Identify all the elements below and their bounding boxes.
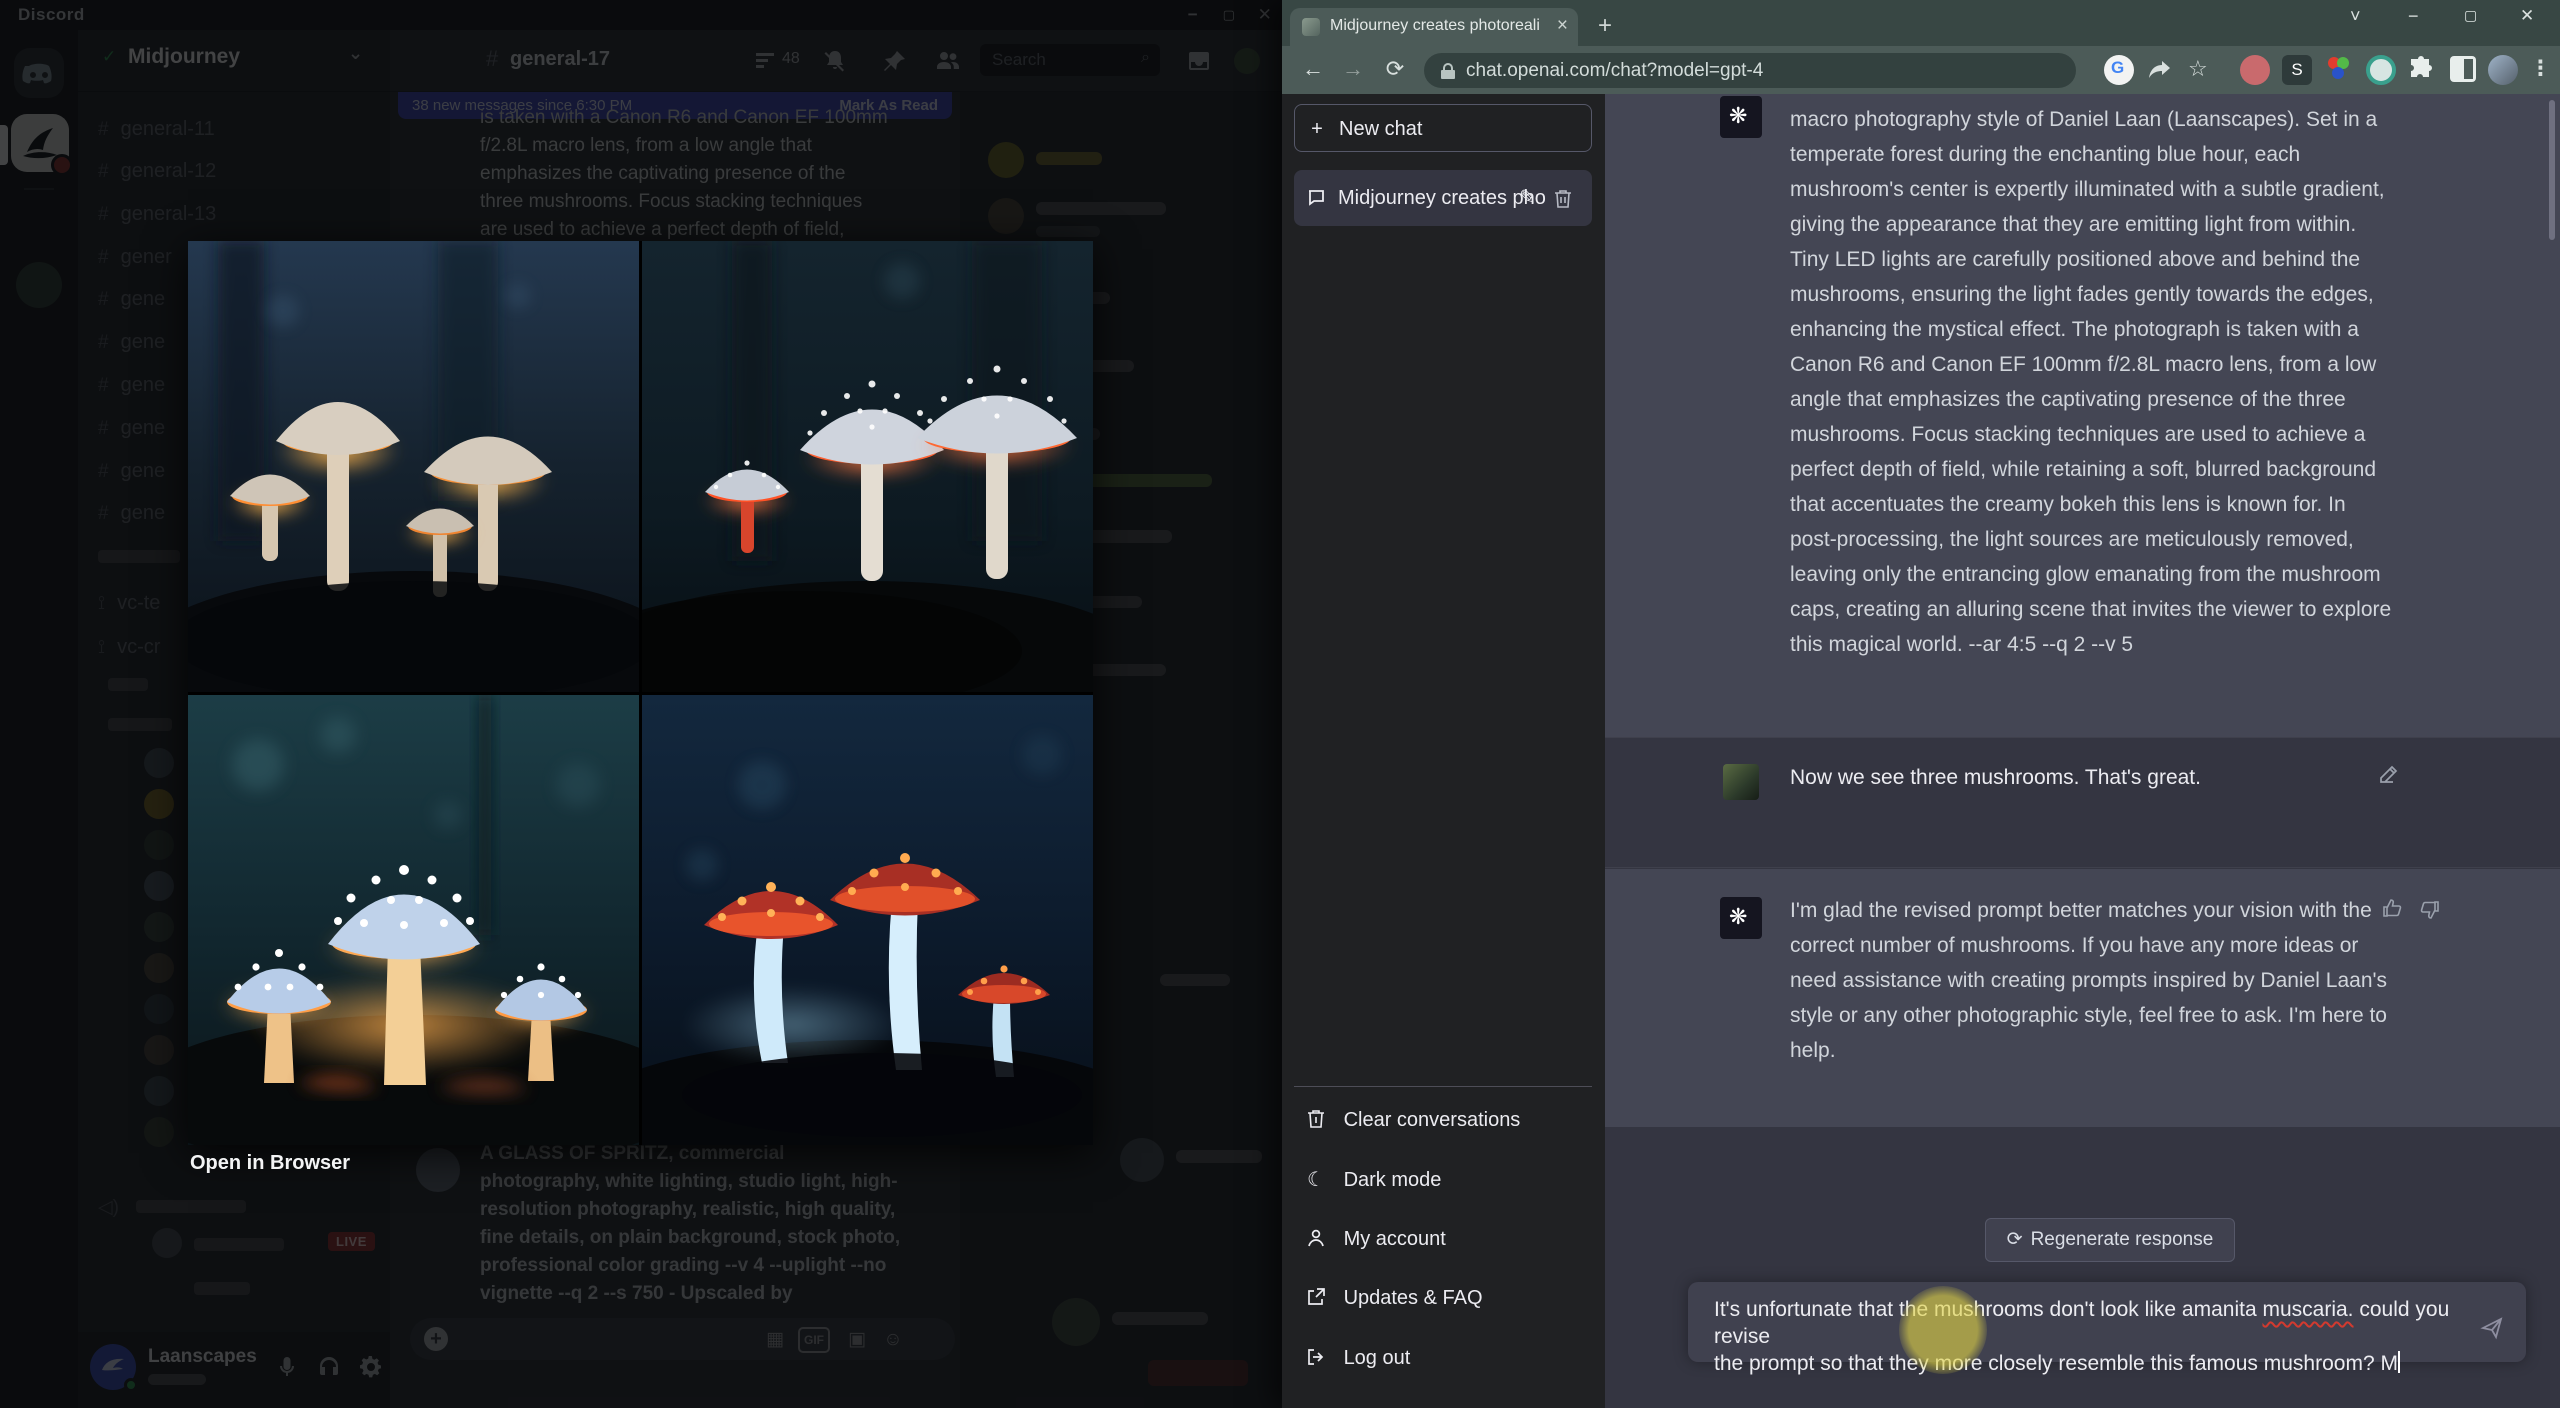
- openai-logo-icon: ❋: [1729, 904, 1748, 929]
- conversation-item[interactable]: Midjourney creates pho ✎: [1294, 170, 1592, 226]
- chat-input-text: It's unfortunate that the mushrooms don'…: [1714, 1298, 2450, 1375]
- sidebar-updates-faq[interactable]: Updates & FAQ: [1294, 1274, 1592, 1322]
- open-in-browser-link[interactable]: Open in Browser: [190, 1152, 350, 1175]
- share-icon[interactable]: [2148, 59, 2172, 81]
- moon-icon: ☾: [1307, 1169, 1325, 1191]
- openai-logo-icon: ❋: [1729, 103, 1748, 128]
- mushroom-image-1[interactable]: [188, 241, 639, 692]
- reload-button[interactable]: ⟳: [1380, 56, 1410, 82]
- url-text[interactable]: chat.openai.com/chat?model=gpt-4: [1466, 53, 1763, 88]
- address-bar[interactable]: chat.openai.com/chat?model=gpt-4: [1424, 53, 2076, 88]
- mushroom-image-3[interactable]: [188, 695, 639, 1145]
- bookmark-star-icon[interactable]: ☆: [2188, 56, 2208, 82]
- sidebar-divider: [1294, 1086, 1592, 1087]
- trash-icon: [1308, 1110, 1324, 1128]
- assistant-avatar: ❋: [1720, 96, 1762, 138]
- browser-toolbar: ← → ⟳ chat.openai.com/chat?model=gpt-4 G…: [1282, 46, 2560, 94]
- assistant-message-text: I'm glad the revised prompt better match…: [1790, 899, 2388, 1062]
- chat-input[interactable]: It's unfortunate that the mushrooms don'…: [1688, 1282, 2526, 1375]
- user-message-row: Now we see three mushrooms. That's great…: [1605, 737, 2560, 868]
- extension-icon[interactable]: [2366, 55, 2396, 85]
- thumbs-down-icon[interactable]: [2419, 899, 2441, 921]
- extensions-puzzle-icon[interactable]: [2408, 56, 2434, 82]
- rgb-extension-icon[interactable]: [2324, 55, 2354, 85]
- window-minimize-button[interactable]: −: [2408, 6, 2419, 27]
- trash-icon[interactable]: [1554, 170, 1572, 226]
- tab-favicon: [1302, 18, 1320, 36]
- sidebar-dark-mode[interactable]: ☾ Dark mode: [1294, 1156, 1592, 1204]
- assistant-message-row: ❋ I'm glad the revised prompt better mat…: [1605, 869, 2560, 1127]
- window-close-button[interactable]: ✕: [2520, 6, 2534, 26]
- tab-title: Midjourney creates photorealisti: [1330, 17, 1540, 34]
- text-caret: [2397, 1351, 2400, 1373]
- google-extension-icon[interactable]: G: [2104, 55, 2134, 85]
- extension-icon[interactable]: [2240, 55, 2270, 85]
- conversation-title: Midjourney creates pho: [1338, 187, 1546, 209]
- external-link-icon: [1308, 1288, 1325, 1305]
- misspelled-word: muscaria.: [2262, 1298, 2354, 1321]
- edit-message-icon[interactable]: [2377, 762, 2401, 786]
- chatgpt-page: + New chat Midjourney creates pho ✎ Clear…: [1282, 94, 2560, 1408]
- extension-icon-s[interactable]: S: [2282, 55, 2312, 85]
- edit-pencil-icon[interactable]: ✎: [1519, 170, 1536, 226]
- refresh-icon: ⟳: [2006, 1229, 2023, 1250]
- assistant-avatar: ❋: [1720, 897, 1762, 939]
- sidebar-clear-conversations[interactable]: Clear conversations: [1294, 1096, 1592, 1144]
- thumbs-up-icon[interactable]: [2381, 897, 2403, 919]
- browser-tab[interactable]: Midjourney creates photorealisti ×: [1290, 8, 1578, 46]
- browser-profile-avatar[interactable]: [2488, 55, 2518, 85]
- assistant-message-row: ❋ macro photography style of Daniel Laan…: [1605, 94, 2560, 737]
- lock-icon: [1441, 63, 1455, 79]
- new-tab-button[interactable]: +: [1598, 12, 1612, 40]
- mushroom-image-4[interactable]: [642, 695, 1093, 1145]
- send-button[interactable]: [2480, 1316, 2504, 1340]
- new-chat-button[interactable]: + New chat: [1294, 104, 1592, 152]
- sidebar-my-account[interactable]: My account: [1294, 1215, 1592, 1263]
- browser-window: Midjourney creates photorealisti × + ˅ −…: [1282, 0, 2560, 1408]
- assistant-message-text: macro photography style of Daniel Laan (…: [1790, 108, 2392, 656]
- forward-button[interactable]: →: [1338, 56, 1368, 82]
- midjourney-image-grid[interactable]: [188, 241, 1093, 1145]
- cursor-highlight: [1899, 1286, 1987, 1374]
- tab-close-icon[interactable]: ×: [1557, 15, 1568, 37]
- user-avatar: [1723, 764, 1759, 800]
- browser-menu-icon[interactable]: ⋮: [2530, 56, 2551, 81]
- chat-bubble-icon: [1294, 170, 1338, 226]
- sidebar-log-out[interactable]: Log out: [1294, 1334, 1592, 1382]
- scrollbar-thumb[interactable]: [2549, 100, 2555, 240]
- plus-icon: +: [1311, 118, 1323, 140]
- logout-icon: [1308, 1349, 1324, 1365]
- tab-search-chevron[interactable]: ˅: [2350, 6, 2361, 27]
- person-icon: [1308, 1229, 1324, 1247]
- window-maximize-button[interactable]: ▢: [2464, 7, 2477, 24]
- mushroom-image-2[interactable]: [642, 241, 1093, 692]
- back-button[interactable]: ←: [1298, 56, 1328, 82]
- side-panel-icon[interactable]: [2450, 56, 2476, 82]
- regenerate-response-button[interactable]: ⟳ Regenerate response: [1985, 1218, 2235, 1262]
- chatgpt-sidebar: + New chat Midjourney creates pho ✎ Clear…: [1282, 94, 1605, 1408]
